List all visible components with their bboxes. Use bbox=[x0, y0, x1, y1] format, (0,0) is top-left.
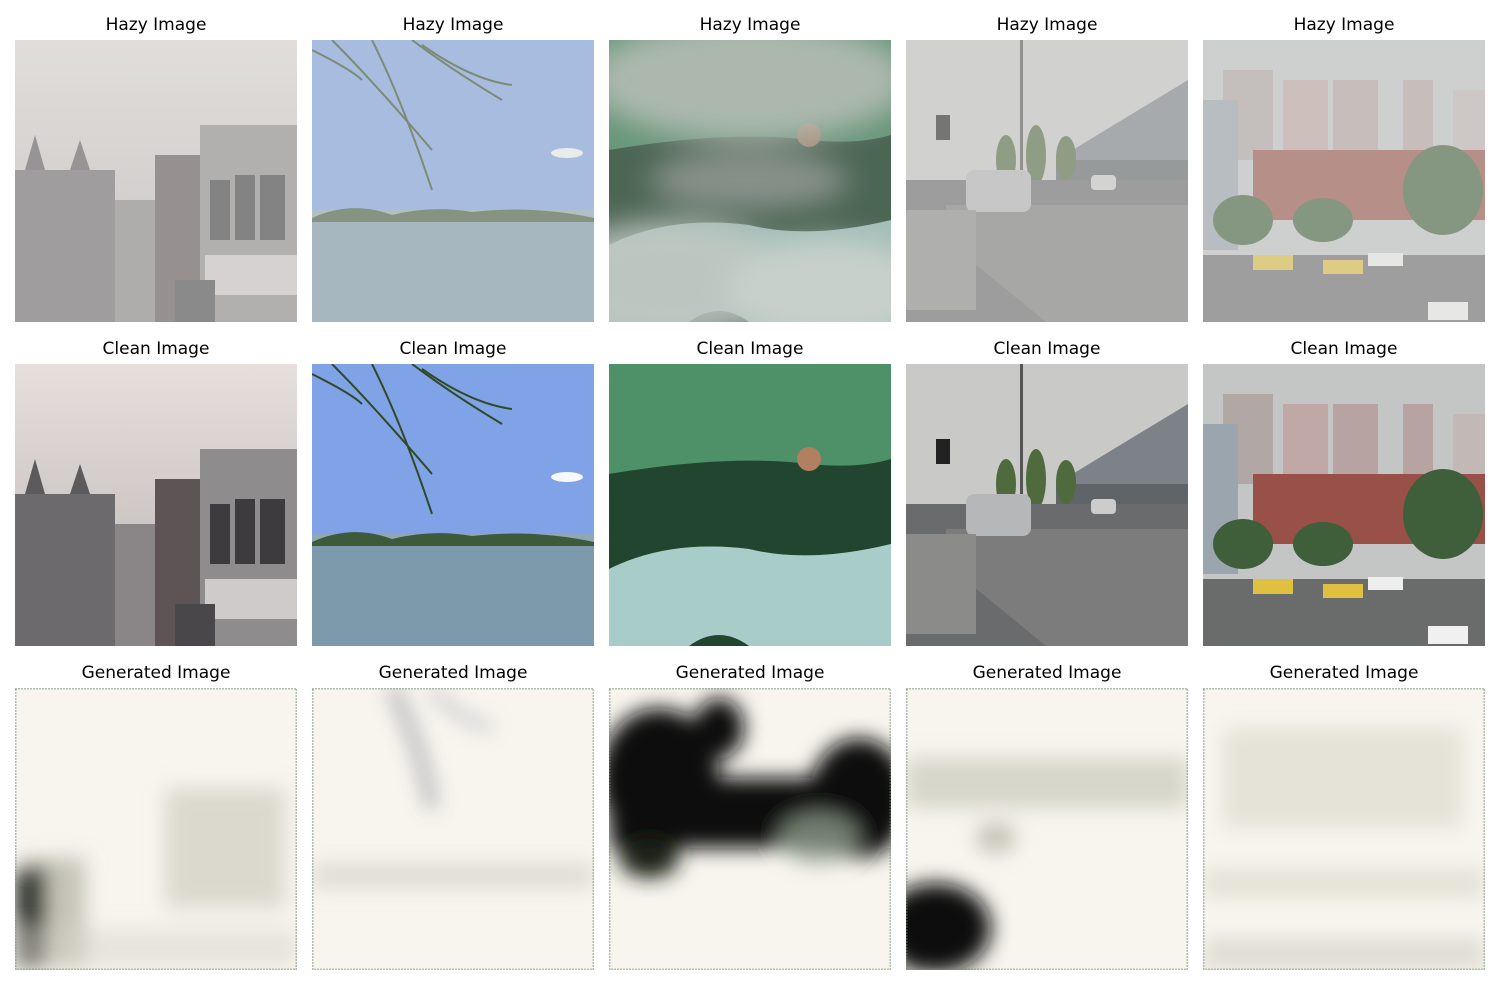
hazy-image-highrise-road bbox=[1203, 40, 1485, 322]
panel-title: Generated Image bbox=[675, 663, 825, 683]
generated-image-graphic bbox=[1203, 688, 1485, 970]
panel-title: Clean Image bbox=[993, 339, 1101, 359]
panel-title: Hazy Image bbox=[996, 15, 1098, 35]
panel-title: Clean Image bbox=[1290, 339, 1398, 359]
generated-image-city-buildings bbox=[15, 688, 297, 970]
hazy-image-lake-willow bbox=[312, 40, 594, 322]
clean-image-graphic bbox=[15, 364, 297, 646]
clean-image-street-station bbox=[906, 364, 1188, 646]
panel-title: Clean Image bbox=[696, 339, 804, 359]
panel-title: Hazy Image bbox=[699, 15, 801, 35]
generated-image-highrise-road bbox=[1203, 688, 1485, 970]
clean-image-graphic bbox=[1203, 364, 1485, 646]
clean-image-graphic bbox=[312, 364, 594, 646]
hazy-image-graphic bbox=[906, 40, 1188, 322]
generated-image-graphic bbox=[312, 688, 594, 970]
clean-image-aerial-forest bbox=[609, 364, 891, 646]
panel-title: Clean Image bbox=[399, 339, 507, 359]
generated-image-graphic bbox=[906, 688, 1188, 970]
clean-image-city-buildings bbox=[15, 364, 297, 646]
hazy-image-graphic bbox=[15, 40, 297, 322]
panel-title: Hazy Image bbox=[1293, 15, 1395, 35]
generated-image-aerial-forest bbox=[609, 688, 891, 970]
hazy-image-city-buildings bbox=[15, 40, 297, 322]
clean-image-highrise-road bbox=[1203, 364, 1485, 646]
clean-image-lake-willow bbox=[312, 364, 594, 646]
clean-image-graphic bbox=[609, 364, 891, 646]
hazy-image-street-station bbox=[906, 40, 1188, 322]
hazy-image-graphic bbox=[609, 40, 891, 322]
hazy-image-graphic bbox=[1203, 40, 1485, 322]
panel-title: Generated Image bbox=[378, 663, 528, 683]
generated-image-graphic bbox=[609, 688, 891, 970]
generated-image-street-station bbox=[906, 688, 1188, 970]
panel-title: Generated Image bbox=[1269, 663, 1419, 683]
panel-title: Generated Image bbox=[972, 663, 1122, 683]
image-comparison-grid: Hazy Image Hazy Image Hazy Image Hazy Im… bbox=[0, 0, 1500, 1000]
hazy-image-graphic bbox=[312, 40, 594, 322]
clean-image-graphic bbox=[906, 364, 1188, 646]
generated-image-lake-willow bbox=[312, 688, 594, 970]
panel-title: Generated Image bbox=[81, 663, 231, 683]
generated-image-graphic bbox=[15, 688, 297, 970]
panel-title: Hazy Image bbox=[402, 15, 504, 35]
hazy-image-aerial-forest bbox=[609, 40, 891, 322]
panel-title: Hazy Image bbox=[105, 15, 207, 35]
panel-title: Clean Image bbox=[102, 339, 210, 359]
